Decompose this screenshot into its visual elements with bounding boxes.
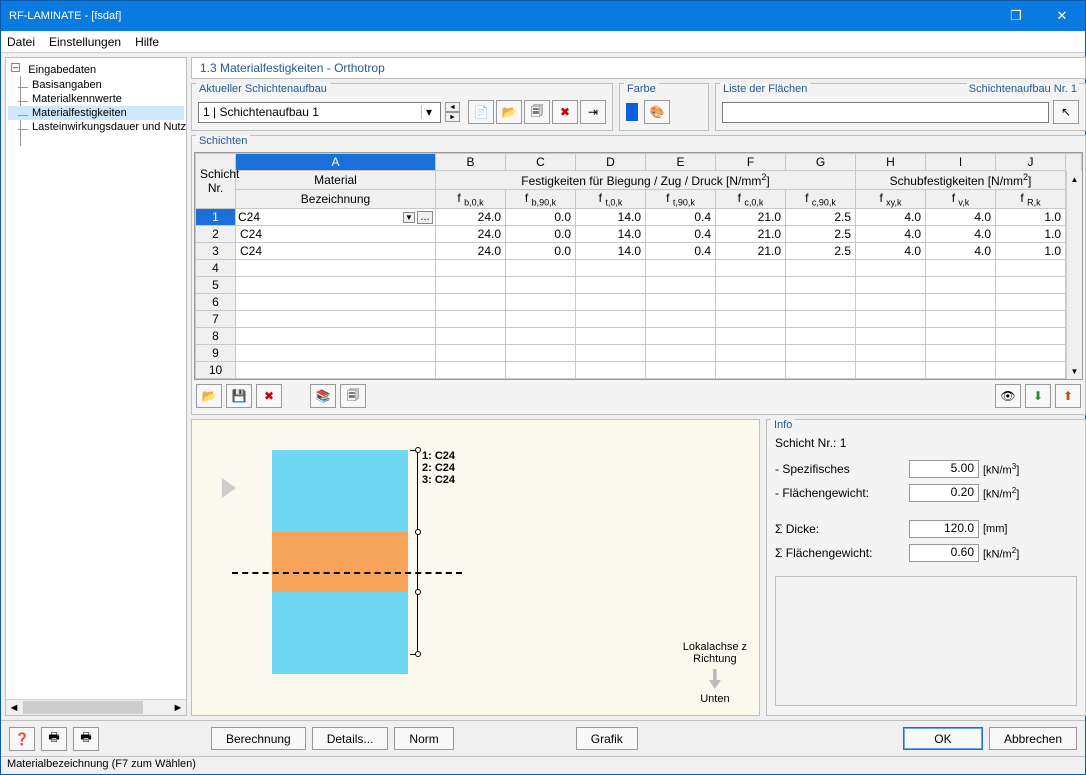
excel-export-icon[interactable]: ⬇ bbox=[1025, 384, 1051, 408]
chevron-down-icon[interactable]: ▾ bbox=[421, 105, 436, 119]
viz-layer-3 bbox=[272, 592, 408, 674]
layering-combo[interactable]: 1 | Schichtenaufbau 1▾ bbox=[198, 102, 441, 123]
layer-visualization: 1: C24 2: C24 3: C24 Lokalachse z Richtu… bbox=[191, 419, 760, 716]
ok-button[interactable]: OK bbox=[903, 727, 983, 750]
info-panel: Info Schicht Nr.: 1 - Spezifisches5.00[k… bbox=[766, 419, 1086, 716]
info-row: - Spezifisches5.00[kN/m3] bbox=[775, 460, 1077, 478]
restore-button[interactable]: ❐ bbox=[993, 1, 1039, 31]
group-color: Farbe bbox=[624, 83, 659, 95]
window-title: RF-LAMINATE - [fsdaf] bbox=[9, 10, 121, 22]
pick-face-icon[interactable]: ↖ bbox=[1053, 100, 1079, 124]
group-layers: Schichten bbox=[196, 135, 250, 147]
delete-icon[interactable]: ✖ bbox=[552, 100, 578, 124]
info-value: 5.00 bbox=[909, 460, 979, 478]
excel-import-icon[interactable]: ⬆ bbox=[1055, 384, 1081, 408]
titlebar: RF-LAMINATE - [fsdaf] ❐ ✕ bbox=[1, 1, 1085, 31]
material-dropdown-icon[interactable]: ▼ bbox=[403, 212, 415, 223]
new-layering-icon[interactable]: 📄 bbox=[468, 100, 494, 124]
info-schicht: Schicht Nr.: 1 bbox=[775, 436, 1077, 450]
info-empty-panel bbox=[775, 576, 1077, 706]
cancel-button[interactable]: Abbrechen bbox=[989, 727, 1077, 750]
viz-layer-2 bbox=[272, 532, 408, 592]
print-icon[interactable]: 🖶 bbox=[41, 727, 67, 751]
tree-item-1[interactable]: Materialkennwerte bbox=[8, 92, 184, 106]
nav-tree: – Eingabedaten BasisangabenMaterialkennw… bbox=[5, 57, 187, 716]
menu-help[interactable]: Hilfe bbox=[135, 35, 159, 49]
tick-bottom bbox=[415, 651, 421, 657]
info-title: Info bbox=[771, 419, 795, 431]
axis-bottom: Unten bbox=[683, 693, 747, 705]
calc-button[interactable]: Berechnung bbox=[211, 727, 306, 750]
tree-collapse-icon[interactable]: – bbox=[11, 63, 20, 72]
tree-item-0[interactable]: Basisangaben bbox=[8, 78, 184, 92]
faces-input[interactable] bbox=[722, 102, 1049, 123]
help-icon[interactable]: ❓ bbox=[9, 727, 35, 751]
copy-icon[interactable]: 🗐 bbox=[524, 100, 550, 124]
delete-row-icon[interactable]: ✖ bbox=[256, 384, 282, 408]
menu-settings[interactable]: Einstellungen bbox=[49, 35, 121, 49]
spin-next[interactable]: ► bbox=[445, 112, 460, 122]
menubar: Datei Einstellungen Hilfe bbox=[1, 31, 1085, 53]
section-title: 1.3 Materialfestigkeiten - Orthotrop bbox=[191, 57, 1086, 79]
group-current-layering: Aktueller Schichtenaufbau bbox=[196, 83, 330, 95]
viz-layer-1 bbox=[272, 450, 408, 532]
duplicate-icon[interactable]: 🗐 bbox=[340, 384, 366, 408]
norm-button[interactable]: Norm bbox=[394, 727, 453, 750]
tick-23 bbox=[415, 589, 421, 595]
info-value: 0.20 bbox=[909, 484, 979, 502]
tree-root[interactable]: Eingabedaten bbox=[8, 62, 184, 78]
open-row-icon[interactable]: 📂 bbox=[196, 384, 222, 408]
details-button[interactable]: Details... bbox=[312, 727, 389, 750]
axis-label-2: Richtung bbox=[683, 653, 747, 665]
menu-file[interactable]: Datei bbox=[7, 35, 35, 49]
bracket bbox=[410, 450, 418, 655]
spin-prev[interactable]: ◄ bbox=[445, 102, 460, 112]
save-row-icon[interactable]: 💾 bbox=[226, 384, 252, 408]
export-icon[interactable]: ⇥ bbox=[580, 100, 606, 124]
tree-item-3[interactable]: Lasteinwirkungsdauer und Nutzungsklasse bbox=[8, 120, 184, 134]
close-button[interactable]: ✕ bbox=[1039, 1, 1085, 31]
view-icon[interactable]: 👁 bbox=[995, 384, 1021, 408]
group-faces: Liste der Flächen bbox=[720, 83, 810, 95]
library-icon[interactable]: 📚 bbox=[310, 384, 336, 408]
viz-labels: 1: C24 2: C24 3: C24 bbox=[422, 450, 455, 486]
info-row: Σ Flächengewicht:0.60[kN/m2] bbox=[775, 544, 1077, 562]
color-palette-icon[interactable]: 🎨 bbox=[644, 100, 670, 124]
grid[interactable]: Schicht Nr.ABCDEFGHIJMaterialFestigkeite… bbox=[194, 152, 1083, 380]
footer: ❓ 🖶 🖶 Berechnung Details... Norm Grafik … bbox=[1, 720, 1085, 756]
tree-item-2[interactable]: Materialfestigkeiten bbox=[8, 106, 184, 120]
grid-scrollbar[interactable]: ▲▼ bbox=[1066, 171, 1082, 379]
info-row: Σ Dicke:120.0[mm] bbox=[775, 520, 1077, 538]
axis-label-1: Lokalachse z bbox=[683, 641, 747, 653]
info-value: 0.60 bbox=[909, 544, 979, 562]
layering-number: Schichtenaufbau Nr. 1 bbox=[967, 83, 1079, 95]
tick-top bbox=[415, 447, 421, 453]
down-arrow-icon bbox=[709, 669, 721, 689]
material-browse-icon[interactable]: … bbox=[417, 211, 433, 224]
graphic-button[interactable]: Grafik bbox=[576, 727, 638, 750]
tree-scrollbar[interactable]: ◄► bbox=[6, 699, 186, 715]
open-icon[interactable]: 📂 bbox=[496, 100, 522, 124]
info-value: 120.0 bbox=[909, 520, 979, 538]
print-preview-icon[interactable]: 🖶 bbox=[73, 727, 99, 751]
tick-12 bbox=[415, 529, 421, 535]
color-swatch[interactable] bbox=[626, 103, 638, 121]
statusbar: Materialbezeichnung (F7 zum Wählen) bbox=[1, 756, 1085, 774]
info-row: - Flächengewicht:0.20[kN/m2] bbox=[775, 484, 1077, 502]
play-indicator-icon bbox=[222, 478, 236, 498]
centerline bbox=[232, 572, 462, 574]
